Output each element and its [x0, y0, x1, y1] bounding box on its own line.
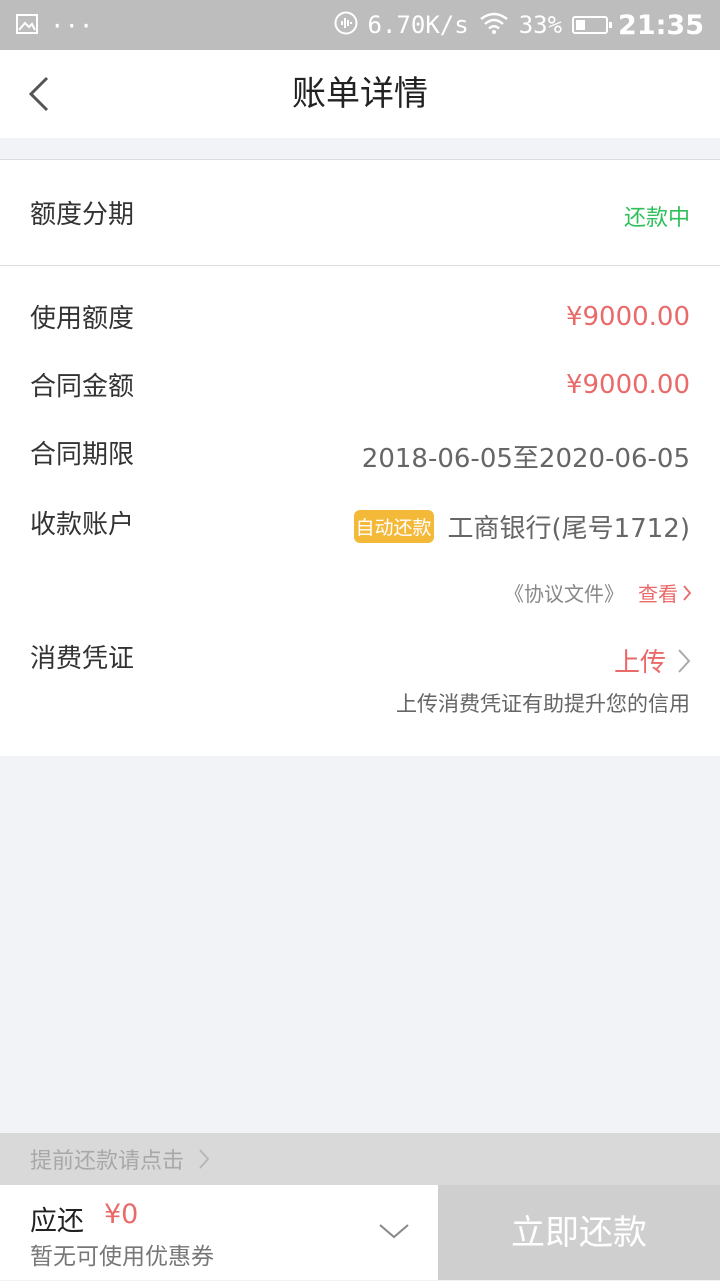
network-speed: 6.70K/s	[367, 11, 469, 39]
agreement-link[interactable]: 《协议文件》 查看	[504, 578, 692, 607]
status-bar: ··· 6.70K/s 33% 21:35	[0, 0, 720, 50]
payment-footer: 应还 ¥0 暂无可使用优惠券 立即还款	[0, 1185, 720, 1280]
nav-bar: 账单详情	[0, 50, 720, 138]
used-amount-value: ¥9000.00	[565, 302, 690, 332]
contract-term-label: 合同期限	[30, 440, 135, 470]
contract-amount-value: ¥9000.00	[565, 370, 690, 400]
more-icon: ···	[50, 12, 94, 40]
agreement-text: 《协议文件》	[504, 582, 624, 606]
bill-summary: 额度分期 还款中	[0, 159, 720, 266]
prepay-text: 提前还款请点击	[30, 1149, 185, 1174]
prepay-link[interactable]: 提前还款请点击	[0, 1133, 720, 1185]
voucher-tip: 上传消费凭证有助提升您的信用	[396, 692, 690, 716]
battery-percent: 33%	[518, 11, 563, 39]
receiving-account: 自动还款 工商银行(尾号1712)	[353, 508, 690, 545]
contract-term-value: 2018-06-05至2020-06-05	[361, 444, 690, 474]
back-button[interactable]	[14, 68, 64, 120]
status-badge: 还款中	[623, 206, 690, 231]
upload-voucher-label: 上传	[613, 648, 666, 678]
upload-voucher-button[interactable]: 上传	[614, 642, 692, 679]
chevron-right-icon	[678, 648, 691, 673]
receiving-account-label: 收款账户	[30, 510, 135, 540]
amount-due-value: ¥0	[104, 1199, 139, 1230]
status-bar-right: 6.70K/s 33% 21:35	[334, 0, 704, 50]
page-title: 账单详情	[292, 74, 428, 114]
status-bar-left: ···	[16, 12, 93, 40]
coupon-dropdown[interactable]	[372, 1213, 416, 1249]
battery-icon	[572, 16, 613, 34]
contract-amount-label: 合同金额	[30, 372, 135, 402]
voice-icon	[334, 11, 358, 39]
chevron-right-icon	[198, 1148, 210, 1170]
image-icon	[16, 14, 38, 38]
bill-type-label: 额度分期	[30, 200, 135, 230]
voucher-label: 消费凭证	[30, 644, 135, 674]
agreement-view-link[interactable]: 查看	[638, 578, 678, 607]
used-amount-label: 使用额度	[30, 304, 135, 334]
account-value: 工商银行(尾号1712)	[447, 514, 690, 544]
chevron-right-icon	[683, 584, 692, 601]
coupon-status: 暂无可使用优惠券	[30, 1244, 214, 1270]
pay-now-button[interactable]: 立即还款	[438, 1185, 720, 1280]
wifi-icon	[479, 12, 509, 38]
chevron-left-icon	[28, 76, 49, 112]
bill-details: 使用额度 ¥9000.00 合同金额 ¥9000.00 合同期限 2018-06…	[0, 266, 720, 756]
clock: 21:35	[618, 9, 704, 41]
auto-repay-badge: 自动还款	[353, 510, 434, 543]
amount-due-label: 应还	[30, 1206, 84, 1237]
chevron-down-icon	[379, 1224, 409, 1239]
